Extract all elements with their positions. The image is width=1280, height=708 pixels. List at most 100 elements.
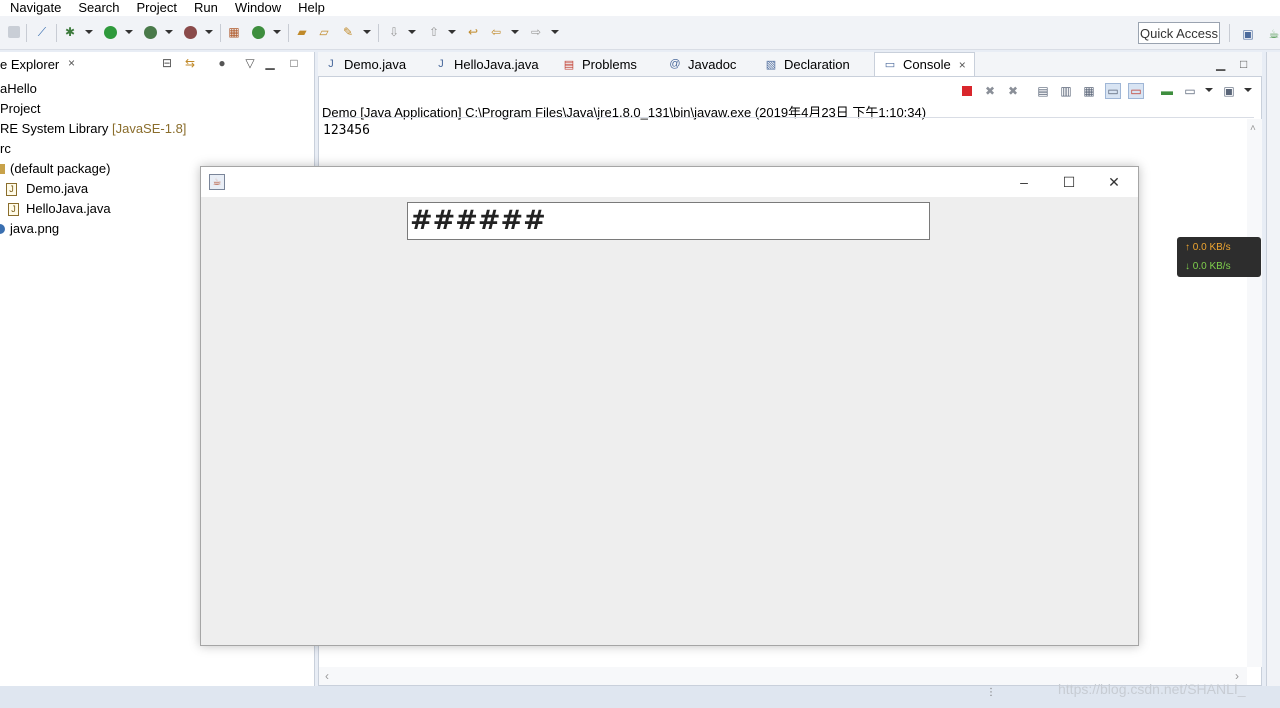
focus-on-task-icon[interactable]: ● [215,56,229,70]
collapse-all-icon[interactable]: ⊟ [160,56,174,70]
debug-dropdown-icon[interactable] [85,30,93,34]
minimize-icon[interactable]: ▁ [263,56,277,70]
run-dropdown-icon[interactable] [125,30,133,34]
menu-run[interactable]: Run [184,1,225,15]
clear-console-icon[interactable]: ▤ [1035,83,1051,99]
forward-icon[interactable]: ⇨ [528,24,544,40]
show-on-stdout-icon[interactable]: ▭ [1105,83,1121,99]
debug-icon[interactable]: ✱ [62,24,78,40]
open-console-icon[interactable]: ▣ [1221,83,1237,99]
tab-javadoc[interactable]: @ Javadoc [668,52,736,76]
last-edit-location-icon[interactable]: ↩ [465,24,481,40]
new-java-class-icon[interactable] [250,24,266,40]
password-field[interactable]: ###### [407,202,930,240]
close-window-icon[interactable]: ✕ [1099,172,1129,192]
download-speed: 0.0 KB/s [1192,261,1231,272]
toolbar-separator [288,24,289,42]
previous-annotation-icon[interactable]: ⇧ [426,24,442,40]
coverage-dropdown-icon[interactable] [165,30,173,34]
menu-navigate[interactable]: Navigate [0,1,68,15]
external-tools-icon[interactable] [182,24,198,40]
search-icon[interactable]: ✎ [340,24,356,40]
new-class-dropdown-icon[interactable] [273,30,281,34]
maximize-window-icon[interactable]: ☐ [1054,172,1084,192]
console-output[interactable]: 123456 [323,123,370,138]
display-console-dropdown-icon[interactable] [1205,88,1213,92]
tree-item-src[interactable]: rc [0,139,315,159]
next-annotation-dropdown-icon[interactable] [408,30,416,34]
tree-item-project-node[interactable]: Project [0,99,315,119]
upload-arrow-icon: ↑ [1185,242,1190,253]
close-icon[interactable]: × [959,58,966,72]
tree-item-label: (default package) [10,161,111,176]
run-icon[interactable] [102,24,118,40]
maximize-icon[interactable]: □ [1240,52,1247,76]
save-all-icon[interactable] [6,24,22,40]
tab-console[interactable]: ▭ Console × [874,52,975,76]
pin-console-icon[interactable]: ▬ [1159,83,1175,99]
maximize-icon[interactable]: □ [287,56,301,70]
word-wrap-icon[interactable]: ▦ [1081,83,1097,99]
tab-problems[interactable]: ▤ Problems [562,52,637,76]
minimize-icon[interactable]: ▁ [1216,52,1225,76]
menu-help[interactable]: Help [288,1,332,15]
menu-project[interactable]: Project [127,1,184,15]
java-file-icon: J [8,203,19,216]
explorer-title[interactable]: e Explorer [0,57,59,72]
tree-item-jre-library[interactable]: RE System Library [JavaSE-1.8] [0,119,315,139]
tree-item-decoration: [JavaSE-1.8] [111,121,187,136]
forward-dropdown-icon[interactable] [551,30,559,34]
java-perspective-icon[interactable]: ☕ [1266,26,1280,42]
menu-bar: Navigate Search Project Run Window Help [0,0,1280,16]
open-perspective-icon[interactable]: ▣ [1240,26,1256,42]
terminate-icon[interactable] [959,83,975,99]
view-menu-icon[interactable]: ▽ [243,56,257,70]
back-icon[interactable]: ⇦ [488,24,504,40]
close-icon[interactable]: × [68,56,75,70]
menu-search[interactable]: Search [68,1,126,15]
menu-window[interactable]: Window [225,1,288,15]
window-titlebar[interactable]: ☕ – ☐ ✕ [201,167,1138,197]
open-console-dropdown-icon[interactable] [1244,88,1252,92]
main-toolbar: ⟋ ✱ ▦ ▰ ▱ ✎ ⇩ ⇧ ↩ ⇦ ⇨ [0,16,1280,50]
open-task-icon[interactable]: ▱ [316,24,332,40]
right-trim-stack [1266,52,1280,686]
search-dropdown-icon[interactable] [363,30,371,34]
scroll-left-icon[interactable]: ‹ [325,669,329,683]
javadoc-icon: @ [669,58,681,70]
tab-demo-java[interactable]: J Demo.java [324,52,406,76]
skip-breakpoints-icon[interactable]: ⟋ [34,24,50,40]
vertical-scrollbar[interactable]: ˄ [1247,119,1262,667]
tab-label: Console [903,57,951,72]
remove-all-terminated-icon[interactable]: ✖ [1005,83,1021,99]
previous-annotation-dropdown-icon[interactable] [448,30,456,34]
external-tools-dropdown-icon[interactable] [205,30,213,34]
java-app-icon[interactable]: ☕ [209,174,225,190]
tab-label: HelloJava.java [454,56,539,72]
display-console-icon[interactable]: ▭ [1182,83,1198,99]
next-annotation-icon[interactable]: ⇩ [386,24,402,40]
network-speed-widget[interactable]: ↑ 0.0 KB/s ↓ 0.0 KB/s [1177,237,1261,277]
tree-item-label: rc [0,141,11,156]
open-type-icon[interactable]: ▰ [294,24,310,40]
tab-declaration[interactable]: ▧ Declaration [764,52,850,76]
tree-item-label: Project [0,101,41,116]
java-file-icon: J [438,58,444,70]
java-file-icon: J [6,183,17,196]
scroll-lock-icon[interactable]: ▥ [1058,83,1074,99]
upload-speed: 0.0 KB/s [1192,242,1231,253]
scroll-up-icon[interactable]: ˄ [1250,123,1256,134]
show-on-stderr-icon[interactable]: ▭ [1128,83,1144,99]
back-dropdown-icon[interactable] [511,30,519,34]
tree-item-project[interactable]: aHello [0,79,315,99]
coverage-icon[interactable] [142,24,158,40]
problems-icon: ▤ [563,58,575,71]
link-with-editor-icon[interactable]: ⇆ [183,56,197,70]
quick-access-field[interactable]: Quick Access [1138,22,1220,44]
tab-label: Problems [582,56,637,72]
status-bar-handle[interactable]: ⋮ [986,688,996,698]
remove-launch-icon[interactable]: ✖ [982,83,998,99]
tab-hellojava-java[interactable]: J HelloJava.java [434,52,539,76]
minimize-window-icon[interactable]: – [1009,172,1039,192]
new-java-package-icon[interactable]: ▦ [226,24,242,40]
